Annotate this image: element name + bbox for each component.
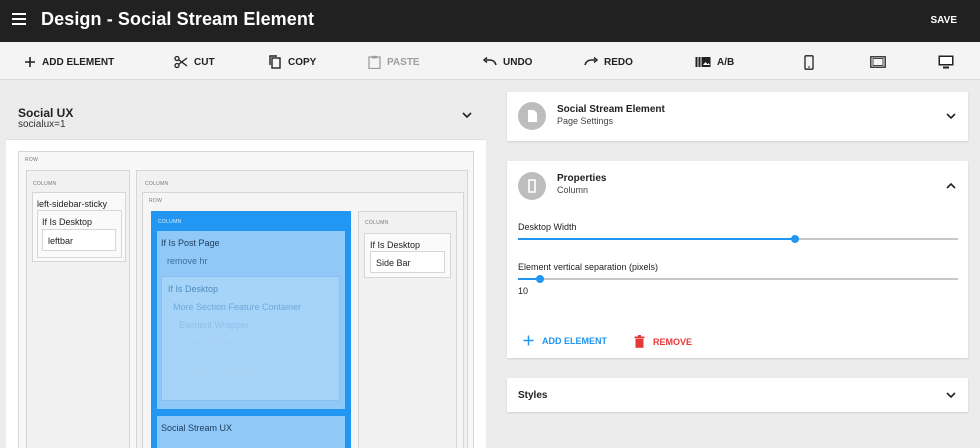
column-right[interactable]: COLUMN If Is Desktop Side Bar (358, 211, 457, 448)
separation-label: Element vertical separation (pixels) (518, 262, 659, 272)
add-element-action[interactable]: ADD ELEMENT (523, 335, 607, 346)
tablet-view-button[interactable] (870, 54, 892, 70)
document-icon (528, 110, 537, 122)
layout-panel-header[interactable]: Social UX socialux=1 (6, 94, 486, 140)
cut-button[interactable]: CUT (174, 54, 215, 70)
add-element-label: ADD ELEMENT (542, 335, 607, 346)
column-tag: COLUMN (365, 220, 389, 226)
column-left[interactable]: COLUMN left-sidebar-sticky If Is Desktop… (26, 170, 130, 448)
redo-label: REDO (604, 56, 633, 68)
side-bar-element[interactable]: Side Bar (370, 251, 445, 273)
separation-slider[interactable] (518, 275, 958, 283)
desktop-view-button[interactable] (938, 54, 960, 70)
styles-title: Styles (518, 390, 548, 401)
slider-fill (518, 238, 796, 240)
clipboard-icon (368, 55, 381, 69)
desktop-width-slider[interactable] (518, 235, 958, 243)
element-label: leftbar (48, 236, 74, 246)
element-label: Element Wrapper (179, 320, 249, 330)
styles-panel[interactable]: Styles (507, 378, 968, 412)
redo-button[interactable]: REDO (584, 54, 633, 70)
element-label: remove hr (167, 256, 208, 266)
element-label: left-sidebar-sticky (37, 199, 108, 209)
inner-row[interactable]: ROW COLUMN If Is Post Page remove hr If … (142, 192, 464, 448)
menu-icon[interactable] (12, 13, 26, 25)
phone-icon (804, 54, 814, 70)
chevron-down-icon[interactable] (946, 392, 956, 399)
column-tag: COLUMN (158, 219, 182, 225)
properties-subtitle: Column (557, 185, 589, 195)
condition-label: If Is Desktop (370, 240, 421, 250)
toolbar: ADD ELEMENT CUT COPY PASTE UNDO REDO A/B (0, 42, 980, 80)
add-element-label: ADD ELEMENT (42, 56, 115, 68)
layout-title: Social UX (18, 106, 74, 120)
slider-thumb[interactable] (791, 235, 800, 243)
copy-icon (269, 55, 281, 69)
app-bar: Design - Social Stream Element SAVE (0, 0, 980, 42)
element-subtitle: Page Settings (557, 116, 614, 126)
column-tag: COLUMN (33, 181, 57, 187)
social-stream-element[interactable]: Social Stream UX (157, 416, 345, 448)
save-button[interactable]: SAVE (931, 15, 958, 26)
chevron-up-icon[interactable] (946, 182, 956, 189)
element-label: More Section Feature Container (173, 302, 302, 312)
element-label: Social Stream UX (161, 423, 233, 433)
undo-icon (483, 57, 497, 66)
cut-label: CUT (194, 56, 215, 68)
desktop-width-label: Desktop Width (518, 222, 577, 232)
element-settings-panel[interactable]: Social Stream Element Page Settings (507, 92, 968, 141)
slider-thumb[interactable] (536, 275, 544, 283)
page-title: Design - Social Stream Element (41, 9, 315, 29)
plus-icon (523, 335, 534, 346)
element-title: Social Stream Element (557, 104, 665, 115)
redo-icon (584, 57, 598, 66)
column-icon (528, 179, 536, 193)
monitor-icon (938, 55, 954, 69)
selected-column[interactable]: COLUMN If Is Post Page remove hr If Is D… (151, 211, 351, 448)
row-tag: ROW (25, 157, 39, 163)
if-post-page-condition[interactable]: If Is Post Page remove hr If Is Desktop … (157, 231, 345, 409)
remove-action[interactable]: REMOVE (634, 335, 692, 348)
mobile-view-button[interactable] (804, 54, 820, 70)
if-desktop-condition-2[interactable]: If Is Desktop More Section Feature Conta… (161, 276, 340, 401)
plus-icon (25, 57, 35, 67)
condition-label: If Is Desktop (42, 217, 93, 227)
element-label: Feed Media (185, 338, 233, 348)
copy-label: COPY (288, 56, 317, 68)
paste-label: PASTE (387, 56, 420, 68)
condition-label: If Is Post Page (161, 238, 220, 248)
row-tag: ROW (149, 198, 163, 204)
page-avatar (518, 102, 546, 130)
ab-label: A/B (717, 56, 735, 68)
right-if-desktop-condition[interactable]: If Is Desktop Side Bar (364, 233, 451, 278)
properties-panel: Properties Column Desktop Width Element … (507, 161, 968, 358)
properties-title: Properties (557, 173, 607, 184)
remove-label: REMOVE (653, 336, 693, 347)
undo-button[interactable]: UNDO (483, 54, 532, 70)
left-sidebar-sticky-element[interactable]: left-sidebar-sticky If Is Desktop leftba… (32, 192, 126, 262)
copy-button[interactable]: COPY (268, 54, 316, 70)
chevron-down-icon[interactable] (946, 113, 956, 120)
chevron-down-icon[interactable] (462, 112, 472, 119)
condition-label: If Is Desktop (168, 284, 219, 294)
layout-tree-panel: Social UX socialux=1 ROW COLUMN left-sid… (6, 94, 486, 448)
add-element-button[interactable]: ADD ELEMENT (24, 54, 114, 70)
row-container[interactable]: ROW COLUMN left-sidebar-sticky If Is Des… (18, 151, 474, 448)
if-desktop-condition[interactable]: If Is Desktop leftbar (37, 210, 122, 258)
element-label: Side Bar (376, 258, 411, 268)
ab-test-button[interactable]: A/B (695, 54, 734, 70)
column-main[interactable]: COLUMN ROW COLUMN If Is Post Page remove… (136, 170, 468, 448)
scissors-icon (174, 55, 188, 69)
separation-value: 10 (518, 286, 529, 296)
element-label: Custom Text Feed (185, 366, 258, 376)
library-icon (695, 57, 711, 67)
layout-subtitle: socialux=1 (18, 119, 66, 130)
undo-label: UNDO (503, 56, 533, 68)
leftbar-element[interactable]: leftbar (42, 229, 116, 251)
tablet-icon (870, 56, 886, 68)
paste-button[interactable]: PASTE (368, 54, 420, 70)
column-tag: COLUMN (145, 181, 169, 187)
column-avatar (518, 172, 546, 200)
trash-icon (634, 335, 645, 348)
